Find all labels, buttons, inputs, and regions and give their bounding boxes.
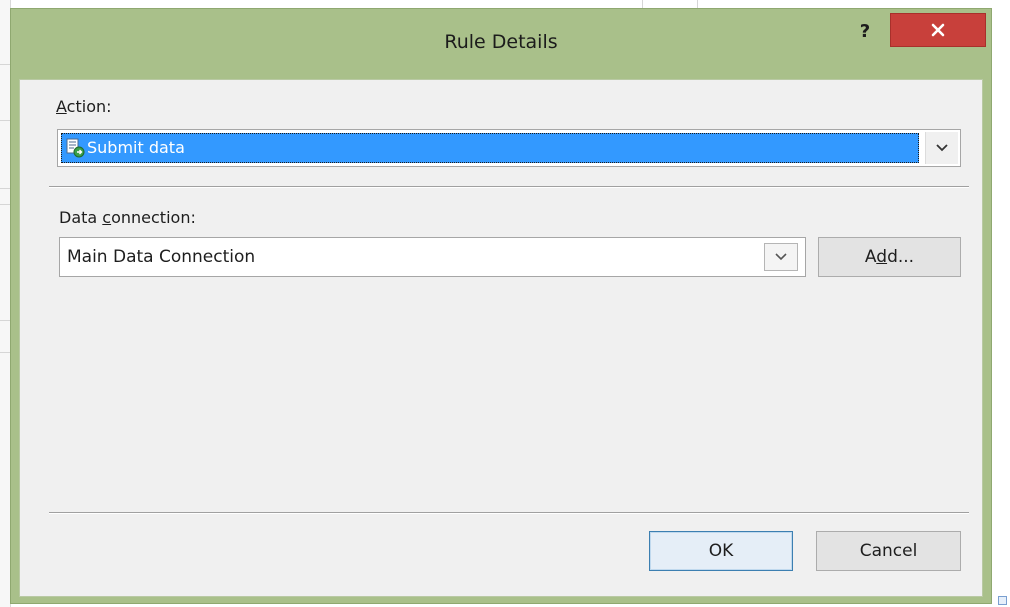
dialog-title: Rule Details [444, 31, 558, 53]
data-connection-label: Data connection: [59, 208, 196, 227]
dialog-body: Action: Submit data Data connection: Mai… [19, 79, 983, 597]
dialog-title-bar[interactable]: Rule Details ? [11, 9, 991, 79]
section-divider [49, 186, 969, 188]
background-divider [0, 352, 10, 353]
action-selected-item[interactable]: Submit data [61, 133, 919, 163]
background-divider [697, 0, 698, 8]
background-corner-icon [998, 596, 1007, 605]
data-connection-dropdown-arrow[interactable] [764, 243, 798, 271]
background-divider [0, 188, 10, 189]
background-divider [642, 0, 643, 8]
background-divider [0, 64, 10, 65]
submit-data-icon [66, 138, 85, 158]
ok-button[interactable]: OK [649, 531, 793, 571]
rule-details-dialog: Rule Details ? Action: Submit data Data … [10, 8, 992, 604]
background-divider [0, 204, 10, 205]
action-selected-text: Submit data [87, 138, 185, 157]
add-button[interactable]: Add... [818, 237, 961, 277]
close-icon [931, 23, 945, 37]
action-dropdown[interactable]: Submit data [57, 129, 961, 167]
chevron-down-icon [936, 144, 948, 152]
action-dropdown-arrow[interactable] [925, 132, 958, 164]
data-connection-value: Main Data Connection [67, 247, 256, 267]
footer-divider [49, 512, 969, 514]
close-button[interactable] [890, 13, 986, 47]
background-divider [0, 120, 10, 121]
chevron-down-icon [775, 253, 787, 261]
action-label: Action: [56, 97, 112, 116]
data-connection-dropdown[interactable]: Main Data Connection [59, 237, 806, 277]
help-button[interactable]: ? [847, 19, 883, 45]
background-divider [0, 320, 10, 321]
cancel-button[interactable]: Cancel [816, 531, 961, 571]
